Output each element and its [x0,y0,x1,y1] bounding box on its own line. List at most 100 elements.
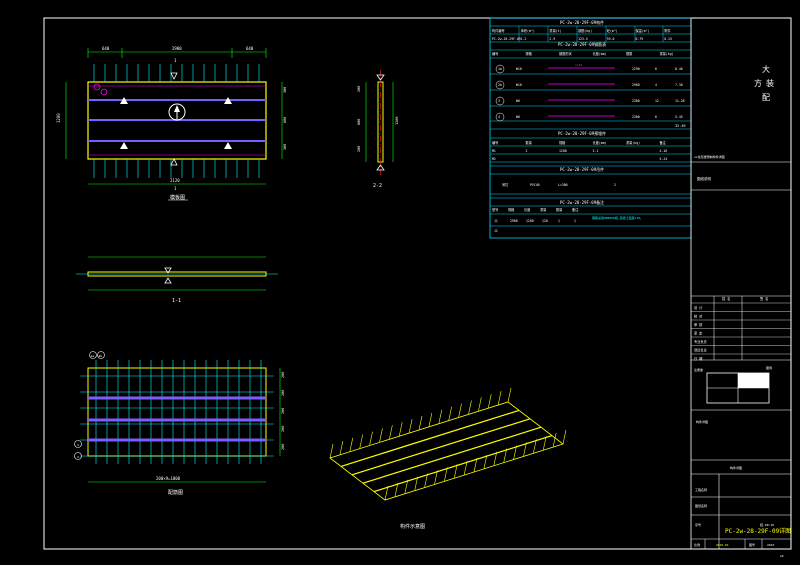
iso-dowel [369,431,373,446]
roles-col-header: 签 名 [760,296,768,301]
iso-dowel [438,409,443,424]
note-header-cell: 型号 [492,207,498,212]
sub-table-rows: 1a Φ10 1140 2290 6 8.46 2b Φ10 2960 4 7.30 3 Φ8 2380 1… [495,63,685,122]
role-label: 设 计 [694,305,703,310]
sub-cell-weight: 7.30 [675,83,683,87]
plan-height-dim: 1200 [56,113,61,123]
table-row: PC-2w-28-29F-09 1.2 2.9 123.4 95.0 0.79 0.15 [492,37,672,41]
part-table-title: PC-2w-28-29F-09吊件 [560,166,604,172]
key-plan-highlight [738,373,769,388]
sub-cell-spec: Φ10 [516,83,522,87]
drawing-title: PC-2w-28-29F-09详图 [725,527,791,535]
embed-table-header: 编号 数量 规格 长度(mm) 重量(kg) 备注 [492,140,667,145]
role-label: 专业负责 [694,339,707,344]
scale-label: 比例 [694,542,700,547]
role-label: 项目负责 [694,348,707,353]
part-cell: L=300 [558,183,568,187]
note-header-cell: 规格 [508,207,515,212]
plan-bottom-dim: 2120 [170,178,180,183]
side-dim-total: 1200 [395,117,399,125]
note-cell: 1200 [526,219,534,223]
note-table-header: 型号 规格 长度 重量 数量 备注 [492,207,579,212]
sub-cell-mark: 1a [498,67,502,71]
sub-table-header: 编号 规格 钢筋形状 长度(mm) 根数 重量(kg) [492,51,674,56]
center-label: 构件详图 [730,465,742,470]
rebar-bottom-dim: 200×9=1800 [156,476,181,481]
rebar-mark-1: 1a [91,354,95,358]
embed-cell: 1200 [559,149,567,153]
section-arrow-icon [170,72,178,80]
rebar-right-dim-4: 200 [281,426,285,432]
sub-cell-spec: Φ8 [516,99,520,103]
role-label: 校 对 [694,314,703,319]
lift-point-icon [120,142,128,149]
note-table-rows: J1 2900 1200 120 1 1 钢筋采用HRB400级,混凝土强度C30。 J2 [494,215,643,233]
project-note: xx住宅楼预制构件详图 [694,154,725,159]
key-plan [706,372,770,404]
plan-protruding-bars-bottom [93,159,260,178]
iso-dowel [398,422,403,437]
sub-table-header-cell: 编号 [492,51,498,56]
iso-dowel [389,425,393,440]
note-header-cell: 数量 [556,207,563,212]
note-cell: J1 [494,219,498,223]
embed-header-cell: 重量(kg) [626,140,640,145]
sub-cell-spec: Φ10 [516,67,522,71]
note-cell: 1 [558,219,560,223]
note-table-title: PC-2w-28-29F-09备注 [560,199,604,205]
table-cell: 2.9 [549,37,555,41]
sub-table-title: PC-2w-28-29F-09钢筋表 [558,41,606,47]
sheet-no: 2923 [767,543,774,547]
sub-table-total: 32.49 [675,124,686,128]
detail-mark-icon [100,88,108,96]
sub-table-header-cell: 重量(kg) [660,51,674,56]
sub-cell-length: 2300 [632,115,640,119]
seq-label: 序号 [695,522,701,527]
iso-dowel [339,440,344,455]
sub-cell-shape: 1140 [575,63,582,67]
section-arrow-icon [170,158,178,166]
sub-table-header-cell: 长度(mm) [593,51,607,56]
iso-dowel [487,394,492,409]
sub-cell-mark: 3 [498,99,500,103]
part-cell: 吊钉 [502,182,509,187]
table-header-cell: 附件 [664,28,671,33]
table-header-cell: 构件编号 [492,28,505,33]
roles-col-header: 姓 名 [722,296,730,301]
sub-cell-length: 2290 [632,67,640,71]
sub-cell-mark: 2b [498,83,502,87]
iso-dowel [329,443,334,459]
svg-text:配: 配 [762,93,770,102]
iso-dowel [448,406,452,421]
sub-table-header-cell: 钢筋形状 [559,51,573,56]
iso-outline [329,401,564,501]
embed-header-cell: 备注 [660,140,667,145]
part-table-row: 吊钉 PVC40 L=300 2 [502,182,616,187]
svg-text:方: 方 [754,78,762,88]
roles-table: 姓 名签 名设 计校 对审 核审 定专业负责项目负责日 期 [691,296,791,361]
iso-dowel [458,403,462,418]
note-cell: J2 [494,229,498,233]
design-note: 图纸说明 [697,176,711,181]
embed-header-cell: 长度(mm) [593,140,607,145]
embed-header-cell: 规格 [559,140,566,145]
table-cell: PC-2w-28-29F-09 [492,37,521,41]
svg-text:装: 装 [766,78,774,88]
iso-dowel [507,387,512,403]
iso-dowel [478,397,482,412]
side-dim-1: 200 [357,86,361,92]
plan-dim-mid: 2900 [172,46,182,51]
rebar-right-dim-2: 200 [281,390,285,396]
rebar-right-dim-5: 200 [281,444,285,450]
version: 2019.01 [716,543,729,547]
section-view-label: 1-1 [172,298,181,304]
plan-dim-left: 640 [102,46,110,51]
sub-cell-weight: 11.28 [675,99,685,103]
sub-table-header-cell: 规格 [526,51,533,56]
iso-dowel [359,434,363,449]
note-header-cell: 备注 [572,207,579,212]
iso-main-bar [373,435,553,493]
table-cell: 0.79 [636,37,644,41]
plan-right-dim-1: 300 [283,87,287,93]
table-header-cell: 体积(m³) [521,28,535,33]
